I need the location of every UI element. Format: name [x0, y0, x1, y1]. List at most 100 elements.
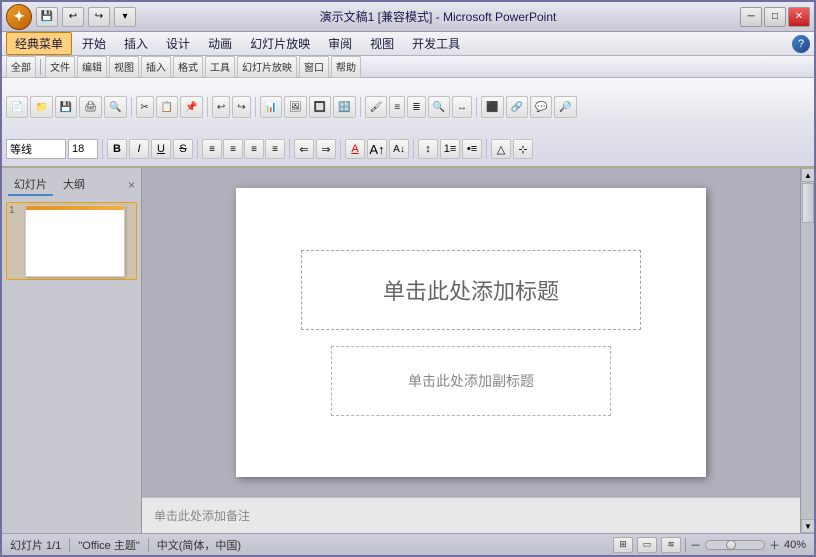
help-button[interactable]: ? [792, 35, 810, 53]
title-bar-left: ✦ 💾 ↩ ↪ ▾ [6, 4, 136, 30]
rib-numbering[interactable]: ≣ [407, 96, 425, 118]
rib-comment[interactable]: 💬 [530, 96, 552, 118]
menu-item-insert[interactable]: 插入 [116, 33, 156, 54]
menu-item-developer[interactable]: 开发工具 [404, 33, 468, 54]
slide-sorter-button[interactable]: ▭ [637, 537, 657, 553]
menu-item-view[interactable]: 视图 [362, 33, 402, 54]
slide-canvas[interactable]: 单击此处添加标题 单击此处添加副标题 [236, 188, 706, 477]
reading-view-button[interactable]: ≋ [661, 537, 681, 553]
title-bar: ✦ 💾 ↩ ↪ ▾ 演示文稿1 [兼容模式] - Microsoft Power… [2, 2, 814, 32]
menu-item-slideshow[interactable]: 幻灯片放映 [242, 33, 318, 54]
window-controls: ─ □ ✕ [740, 7, 810, 27]
align-left-button[interactable]: ≡ [202, 139, 222, 159]
qb-file[interactable]: 文件 [45, 56, 75, 78]
font-name-input[interactable] [6, 139, 66, 159]
save-quick-btn[interactable]: 💾 [36, 7, 58, 27]
rib-redo[interactable]: ↪ [232, 96, 250, 118]
sep [413, 139, 414, 159]
office-logo-icon: ✦ [13, 8, 25, 25]
menu-item-animation[interactable]: 动画 [200, 33, 240, 54]
zoom-slider-thumb[interactable] [726, 540, 736, 550]
font-size-increase[interactable]: A↑ [367, 139, 387, 159]
rib-hyperlink[interactable]: 🔗 [506, 96, 528, 118]
qb-help[interactable]: 帮助 [331, 56, 361, 78]
menu-item-start[interactable]: 开始 [74, 33, 114, 54]
drawing-button[interactable]: △ [491, 139, 511, 159]
title-placeholder[interactable]: 单击此处添加标题 [301, 250, 641, 330]
close-button[interactable]: ✕ [788, 7, 810, 27]
language-info: 中文(简体，中国) [157, 537, 241, 553]
rib-preview[interactable]: 🔍 [104, 96, 126, 118]
align-group: ≡ ≡ ≡ ≡ [202, 139, 285, 159]
increase-indent-button[interactable]: ⇒ [316, 139, 336, 159]
font-size-input[interactable] [68, 139, 98, 159]
scroll-down-button[interactable]: ▼ [801, 519, 814, 533]
notes-placeholder-text: 单击此处添加备注 [154, 507, 250, 524]
font-size-decrease[interactable]: A↓ [389, 139, 409, 159]
rib-new[interactable]: 📄 [6, 96, 28, 118]
rib-undo[interactable]: ↩ [212, 96, 230, 118]
rib-format-painter[interactable]: 🖌 [365, 96, 388, 118]
rib-zoom[interactable]: 🔎 [554, 96, 576, 118]
scroll-thumb[interactable] [802, 183, 814, 223]
tab-slides[interactable]: 幻灯片 [8, 174, 53, 196]
normal-view-button[interactable]: ⊞ [613, 537, 633, 553]
bullets-button[interactable]: •≡ [462, 139, 482, 159]
justify-button[interactable]: ≡ [265, 139, 285, 159]
rib-open[interactable]: 📁 [30, 96, 52, 118]
rib-save[interactable]: 💾 [55, 96, 77, 118]
office-button[interactable]: ✦ [6, 4, 32, 30]
rib-bullets[interactable]: ≡ [389, 96, 405, 118]
rib-paste[interactable]: 📌 [180, 96, 202, 118]
decrease-indent-button[interactable]: ⇐ [294, 139, 314, 159]
qb-all[interactable]: 全部 [6, 56, 36, 78]
rib-cut[interactable]: ✂ [136, 96, 154, 118]
status-right: ⊞ ▭ ≋ － ＋ 40% [613, 537, 806, 553]
rib-copy[interactable]: 📋 [156, 96, 178, 118]
panel-close-button[interactable]: × [128, 178, 135, 192]
undo-quick-btn[interactable]: ↩ [62, 7, 84, 27]
rib-textbox[interactable]: 🔡 [333, 96, 355, 118]
qb-view[interactable]: 视图 [109, 56, 139, 78]
rib-replace[interactable]: ↔ [452, 96, 472, 118]
qb-tools[interactable]: 工具 [205, 56, 235, 78]
redo-quick-btn[interactable]: ↪ [88, 7, 110, 27]
menu-item-design[interactable]: 设计 [158, 33, 198, 54]
rib-chart[interactable]: 📊 [260, 96, 282, 118]
subtitle-placeholder[interactable]: 单击此处添加副标题 [331, 346, 611, 416]
rib-shape[interactable]: 🔲 [309, 96, 331, 118]
rib-picture[interactable]: 🖼 [284, 96, 307, 118]
font-color-button[interactable]: A [345, 139, 365, 159]
rib-print[interactable]: 🖨 [79, 96, 102, 118]
maximize-button[interactable]: □ [764, 7, 786, 27]
minimize-button[interactable]: ─ [740, 7, 762, 27]
align-center-button[interactable]: ≡ [223, 139, 243, 159]
zoom-plus-button[interactable]: ＋ [769, 537, 780, 553]
zoom-minus-button[interactable]: － [690, 537, 701, 553]
align-right-button[interactable]: ≡ [244, 139, 264, 159]
bold-button[interactable]: B [107, 139, 127, 159]
qb-insert[interactable]: 插入 [141, 56, 171, 78]
underline-button[interactable]: U [151, 139, 171, 159]
scroll-up-button[interactable]: ▲ [801, 168, 814, 182]
qb-format[interactable]: 格式 [173, 56, 203, 78]
strikethrough-button[interactable]: S [173, 139, 193, 159]
tab-outline[interactable]: 大纲 [57, 174, 91, 196]
qb-edit[interactable]: 编辑 [77, 56, 107, 78]
italic-button[interactable]: I [129, 139, 149, 159]
quick-access-dropdown[interactable]: ▾ [114, 7, 136, 27]
notes-area[interactable]: 单击此处添加备注 [142, 497, 800, 533]
menu-item-classic[interactable]: 经典菜单 [6, 32, 72, 55]
qb-window[interactable]: 窗口 [299, 56, 329, 78]
rib-table[interactable]: ⬛ [481, 96, 503, 118]
text-direction-button[interactable]: ↕ [418, 139, 438, 159]
qb-slideshow[interactable]: 幻灯片放映 [237, 56, 297, 78]
menu-item-review[interactable]: 审阅 [320, 33, 360, 54]
slide-thumb[interactable]: 1 [6, 202, 137, 280]
numbering-button[interactable]: 1≡ [440, 139, 460, 159]
zoom-slider[interactable] [705, 540, 765, 550]
select-button[interactable]: ⊹ [513, 139, 533, 159]
scroll-track[interactable] [801, 182, 814, 519]
ribbon: 📄 📁 💾 🖨 🔍 ✂ 📋 📌 ↩ ↪ 📊 🖼 🔲 🔡 🖌 ≡ ≣ 🔍 ↔ [2, 78, 814, 168]
rib-find[interactable]: 🔍 [428, 96, 450, 118]
